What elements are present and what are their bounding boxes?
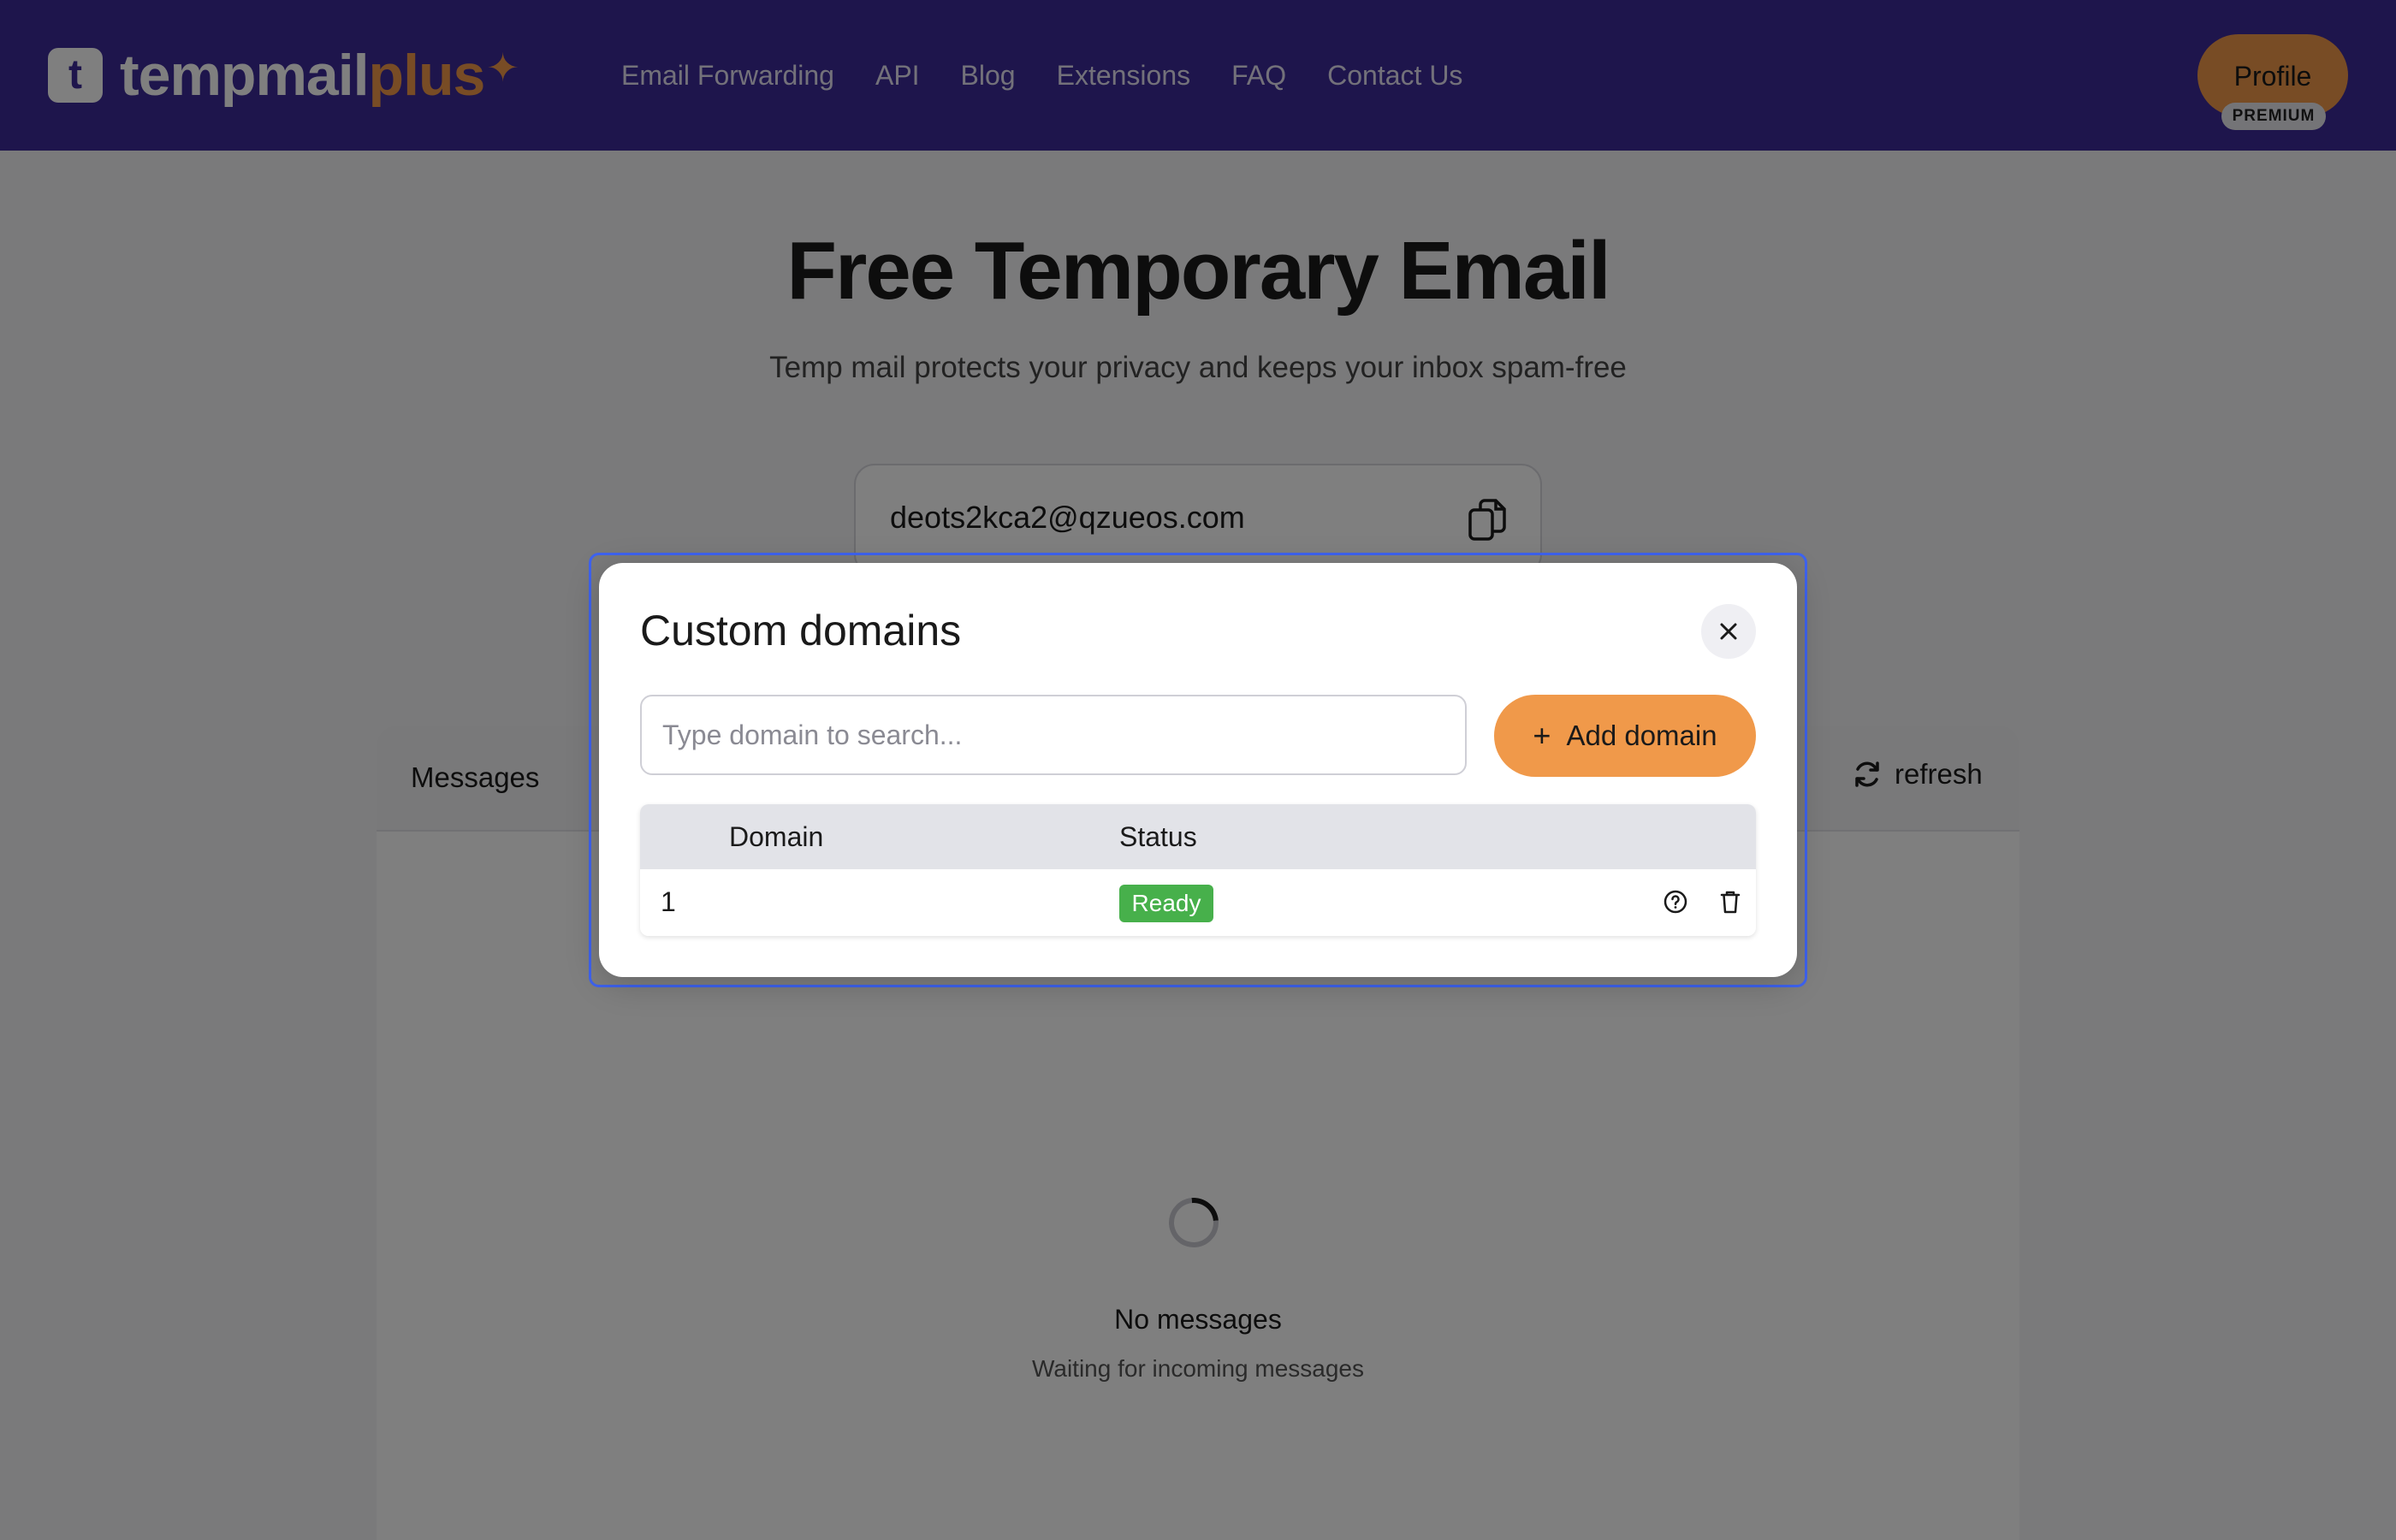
close-icon <box>1720 623 1737 640</box>
modal-title: Custom domains <box>640 607 962 654</box>
add-domain-button[interactable]: + Add domain <box>1494 695 1756 777</box>
custom-domains-modal: Custom domains + Add domain Domain Statu… <box>599 563 1797 977</box>
close-button[interactable] <box>1701 604 1756 659</box>
table-header: Domain Status <box>640 804 1756 869</box>
status-badge: Ready <box>1119 885 1213 922</box>
help-circle-icon[interactable] <box>1660 886 1691 917</box>
row-index: 1 <box>661 886 676 917</box>
trash-icon[interactable] <box>1715 886 1746 917</box>
column-header-status: Status <box>1119 821 1197 852</box>
domain-search-input[interactable] <box>640 695 1467 775</box>
plus-icon: + <box>1533 718 1551 753</box>
add-domain-label: Add domain <box>1566 720 1717 751</box>
domains-table: Domain Status 1 Ready <box>640 804 1756 936</box>
table-row: 1 Ready <box>640 869 1756 936</box>
column-header-domain: Domain <box>729 821 824 852</box>
